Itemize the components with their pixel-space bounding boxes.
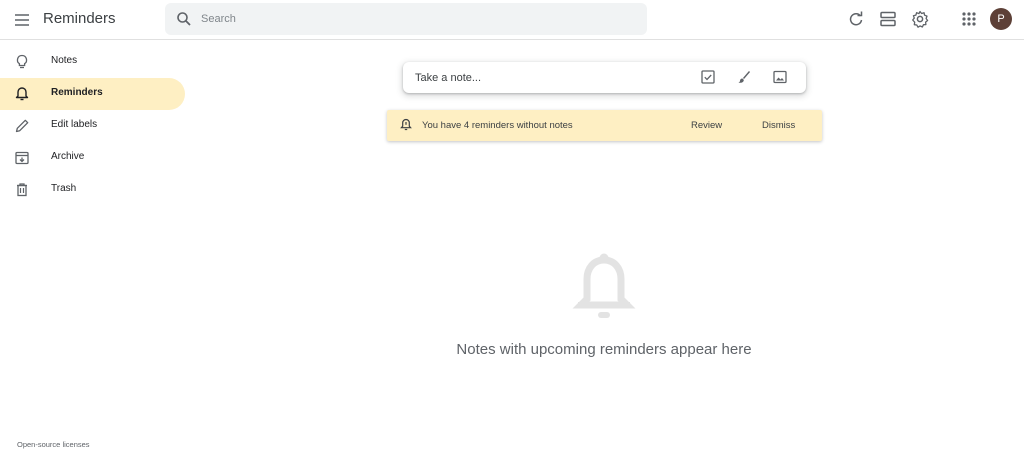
sidebar-item-archive[interactable]: Archive	[0, 142, 185, 174]
reminders-banner: You have 4 reminders without notes Revie…	[387, 110, 822, 141]
take-note-input[interactable]: Take a note...	[403, 62, 806, 93]
list-view-icon[interactable]	[878, 9, 898, 29]
top-bar: Reminders P	[0, 0, 1024, 40]
refresh-icon[interactable]	[846, 9, 866, 29]
search-input[interactable]	[201, 3, 631, 35]
apps-grid-icon[interactable]	[959, 9, 979, 29]
pencil-icon	[13, 117, 31, 135]
page-title: Reminders	[43, 10, 116, 27]
checkbox-icon[interactable]	[700, 69, 716, 85]
empty-state-message: Notes with upcoming reminders appear her…	[456, 341, 752, 358]
image-icon[interactable]	[772, 69, 788, 85]
lightbulb-icon	[13, 53, 31, 71]
search-icon[interactable]	[176, 11, 192, 27]
sidebar-item-label: Edit labels	[51, 119, 98, 130]
sidebar-item-label: Archive	[51, 151, 85, 162]
banner-message: You have 4 reminders without notes	[422, 120, 573, 131]
review-button[interactable]: Review	[691, 120, 722, 131]
sidebar-item-trash[interactable]: Trash	[0, 174, 185, 206]
dismiss-button[interactable]: Dismiss	[762, 120, 795, 131]
archive-icon	[13, 149, 31, 167]
main-menu-icon[interactable]	[10, 8, 34, 32]
brush-icon[interactable]	[736, 69, 752, 85]
sidebar-item-label: Trash	[51, 183, 77, 194]
sidebar-item-reminders[interactable]: Reminders	[0, 78, 185, 110]
settings-gear-icon[interactable]	[910, 9, 930, 29]
sidebar-item-label: Reminders	[51, 87, 103, 98]
bell-alert-icon	[399, 118, 413, 132]
trash-icon	[13, 181, 31, 199]
sidebar-item-edit-labels[interactable]: Edit labels	[0, 110, 185, 142]
search-bar[interactable]	[165, 3, 647, 35]
open-source-licenses-link[interactable]: Open-source licenses	[17, 440, 90, 449]
avatar[interactable]: P	[990, 8, 1012, 30]
sidebar-item-label: Notes	[51, 55, 78, 66]
bell-icon	[13, 85, 31, 103]
take-note-placeholder[interactable]: Take a note...	[415, 72, 481, 84]
sidebar-item-notes[interactable]: Notes	[0, 46, 185, 78]
bell-icon	[572, 252, 636, 322]
